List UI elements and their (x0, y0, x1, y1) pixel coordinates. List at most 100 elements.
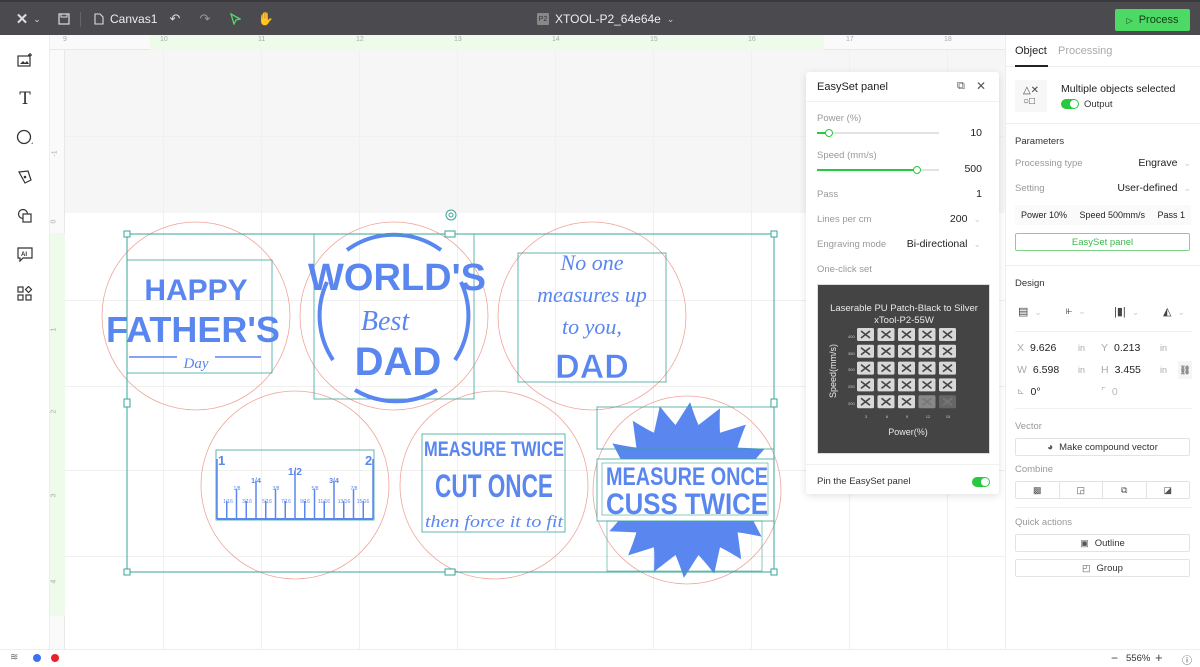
lock-ratio-icon[interactable]: ⛓ (1178, 361, 1192, 379)
shape-icon[interactable] (15, 128, 35, 148)
arrange-dropdown[interactable]: ▤ ⌄ (1018, 305, 1042, 318)
pass-value[interactable]: 1 (976, 188, 982, 200)
intersect-icon[interactable]: ⧉ (1103, 482, 1147, 498)
easyset-button-label: EasySet panel (1071, 236, 1134, 248)
speed-label: Speed (mm/s) (817, 150, 877, 161)
speed-slider-handle[interactable] (913, 166, 922, 174)
processing-type-select[interactable]: Engrave ⌄ (1138, 157, 1191, 169)
preset-xtick: 12 (926, 414, 931, 419)
setting-select[interactable]: User-defined ⌄ (1117, 182, 1191, 194)
outline-button[interactable]: ▣ Outline (1015, 534, 1190, 552)
corner-radius-field[interactable]: ⌜ 0 (1101, 386, 1118, 398)
align-left-icon: ⫦ (1066, 305, 1073, 317)
preset-test-square (857, 378, 874, 392)
output-toggle[interactable] (1061, 99, 1079, 109)
union-icon[interactable]: ▩ (1016, 482, 1060, 498)
y-unit: in (1160, 343, 1168, 353)
width-field[interactable]: W 6.598 (1017, 364, 1059, 376)
close-icon[interactable]: ✕ (976, 79, 986, 93)
file-icon (94, 13, 104, 25)
power-slider-handle[interactable] (825, 129, 834, 137)
svg-text:AI: AI (21, 252, 27, 258)
easyset-panel-button[interactable]: EasySet panel (1015, 233, 1190, 251)
canvas-name[interactable]: Canvas1 (94, 12, 157, 26)
zoom-level[interactable]: 556% (1126, 653, 1150, 664)
preset-test-square (898, 344, 915, 358)
layers-icon[interactable]: ≋ (10, 652, 18, 663)
design-text: MEASURE TWICE (424, 438, 564, 461)
preset-ytick: 200 (848, 401, 855, 406)
layer-color-red[interactable] (51, 654, 59, 662)
preset-xtick: 6 (886, 414, 889, 419)
redo-icon[interactable]: ↷ (196, 10, 214, 28)
lines-per-cm-value: 200 (949, 213, 968, 225)
lines-per-cm-select[interactable]: 200 ⌄ (950, 213, 981, 225)
arrange-icon: ▤ (1018, 306, 1029, 318)
toolbar-divider (80, 12, 81, 27)
tab-processing[interactable]: Processing (1058, 45, 1112, 57)
process-button[interactable]: ▷ Process (1115, 9, 1190, 31)
design-text: 7/16 (281, 499, 291, 505)
apps-icon[interactable] (15, 284, 35, 304)
flip-dropdown[interactable]: ◭ ⌄ (1163, 305, 1185, 318)
engraving-mode-value: Bi-directional (906, 238, 968, 250)
design-text: 1/16 (223, 499, 233, 505)
ai-icon[interactable]: AI (15, 245, 35, 265)
pen-icon[interactable] (15, 167, 35, 187)
x-label: X (1017, 342, 1025, 354)
text-icon[interactable]: T (15, 89, 35, 109)
image-add-icon[interactable] (15, 50, 35, 70)
y-field[interactable]: Y 0.213 (1101, 342, 1140, 354)
w-value: 6.598 (1032, 364, 1060, 376)
speed-slider[interactable] (817, 166, 939, 174)
zoom-in-icon[interactable]: + (1155, 650, 1163, 665)
device-selector[interactable]: P2 XTOOL-P2_64e64e ⌄ (537, 12, 674, 26)
preset-test-square (898, 395, 915, 409)
combine-title: Combine (1015, 464, 1054, 475)
layer-color-blue[interactable] (33, 654, 41, 662)
distribute-dropdown[interactable]: |▮| ⌄ (1114, 305, 1139, 318)
group-button[interactable]: ◰ Group (1015, 559, 1190, 577)
detach-icon[interactable]: ⧉ (957, 80, 965, 93)
pin-easyset-toggle[interactable] (972, 477, 990, 487)
make-compound-vector-button[interactable]: ◕ Make compound vector (1015, 438, 1190, 456)
canvas-name-label: Canvas1 (110, 12, 158, 26)
preset-test-square (918, 378, 936, 392)
subtract-icon[interactable]: ◲ (1060, 482, 1103, 498)
design-text: 5/8 (312, 486, 319, 492)
preset-ytick: 350 (848, 351, 855, 356)
select-tool-icon[interactable] (226, 10, 244, 28)
speed-value[interactable]: 500 (964, 163, 982, 175)
design-text: FATHER'S (106, 309, 280, 350)
power-value[interactable]: 10 (970, 127, 982, 139)
one-click-preset-image[interactable]: Laserable PU Patch-Black to Silver xTool… (817, 284, 990, 454)
align-dropdown[interactable]: ⫦ ⌄ (1066, 305, 1086, 318)
rotation-field[interactable]: ⊾ 0° (1017, 386, 1041, 398)
help-icon[interactable]: ⓘ (1182, 652, 1192, 667)
processing-type-value: Engrave (1138, 157, 1178, 169)
shapes-icon[interactable] (15, 206, 35, 226)
chevron-down-icon: ⌄ (1177, 307, 1186, 317)
design-text: to you, (562, 314, 622, 339)
top-toolbar: ✕ ⌄ Canvas1 ↶ ↷ ✋ P2 XTOOL-P2_64e64e ⌄ ▷… (0, 0, 1200, 35)
preset-ytick: 250 (848, 384, 855, 389)
design-text: WORLD'S (308, 257, 486, 299)
h-value: 3.455 (1114, 364, 1141, 376)
preset-title: Laserable PU Patch-Black to Silver (830, 303, 978, 314)
chevron-down-icon: ⌄ (1131, 307, 1140, 317)
preset-test-square (877, 395, 895, 409)
menu-chevron-down-icon[interactable]: ⌄ (28, 10, 46, 28)
rotation-value: 0° (1030, 386, 1041, 398)
power-slider[interactable] (817, 129, 939, 137)
undo-icon[interactable]: ↶ (166, 10, 184, 28)
rotate-handle-icon (445, 209, 457, 221)
hand-tool-icon[interactable]: ✋ (257, 10, 275, 28)
zoom-out-icon[interactable]: − (1111, 651, 1118, 665)
x-field[interactable]: X 9.626 (1017, 342, 1056, 354)
save-icon[interactable] (55, 10, 73, 28)
summary-pass: Pass 1 (1157, 210, 1185, 220)
tab-object[interactable]: Object (1015, 45, 1047, 57)
exclude-icon[interactable]: ◪ (1147, 482, 1190, 498)
engraving-mode-select[interactable]: Bi-directional ⌄ (907, 238, 981, 250)
height-field[interactable]: H 3.455 (1101, 364, 1141, 376)
